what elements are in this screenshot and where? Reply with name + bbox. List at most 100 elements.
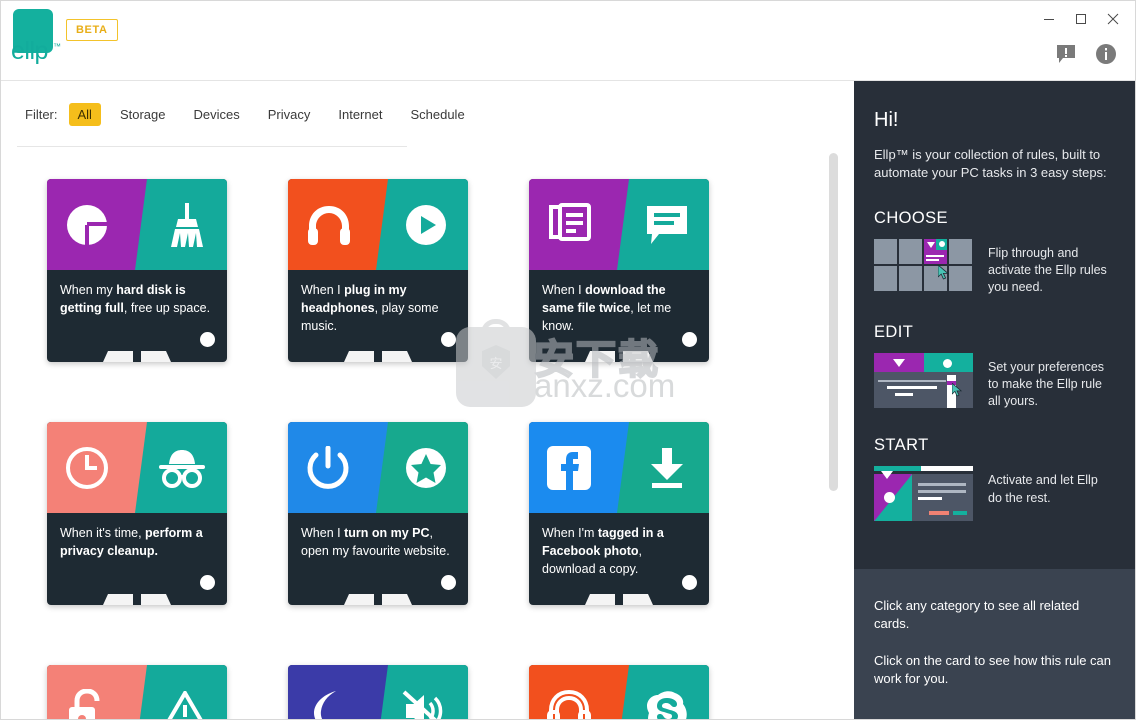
step-title-start: START xyxy=(874,436,929,455)
card-body: When my hard disk is getting full, free … xyxy=(47,270,227,362)
card-facebook-tagged[interactable]: When I'm tagged in a Facebook photo, dow… xyxy=(529,422,709,605)
filter-bar: Filter: All Storage Devices Privacy Inte… xyxy=(1,81,856,147)
card-header xyxy=(288,179,468,270)
sidebar-step-edit: EDIT Set your preferences to make the El… xyxy=(874,323,1115,411)
facebook-icon xyxy=(547,445,591,490)
card-header xyxy=(529,665,709,719)
card-header xyxy=(47,422,227,513)
card-body: When I turn on my PC, open my favourite … xyxy=(288,513,468,605)
filter-item-devices[interactable]: Devices xyxy=(185,103,249,126)
card-toggle-dot[interactable] xyxy=(682,332,697,347)
card-grid-area: When my hard disk is getting full, free … xyxy=(1,147,856,719)
card-startup-website[interactable]: When I turn on my PC, open my favourite … xyxy=(288,422,468,605)
card-privacy-cleanup[interactable]: When it's time, perform a privacy cleanu… xyxy=(47,422,227,605)
card-notch-left xyxy=(103,594,133,605)
card-duplicate-download[interactable]: When I download the same file twice, let… xyxy=(529,179,709,362)
step-title-choose: CHOOSE xyxy=(874,208,948,227)
card-body: When it's time, perform a privacy cleanu… xyxy=(47,513,227,605)
card-notch-right xyxy=(382,594,412,605)
card-rule-text: When I plug in my headphones, play some … xyxy=(301,283,439,333)
card-notch-right xyxy=(141,594,171,605)
header-icons xyxy=(1053,41,1119,67)
sidebar-step-choose: CHOOSE Flip through and activate the Ell… xyxy=(874,209,1115,297)
maximize-button[interactable] xyxy=(1065,5,1097,33)
logo-trademark: ™ xyxy=(53,42,61,51)
info-sidebar: Hi! Ellp™ is your collection of rules, b… xyxy=(854,81,1135,719)
card-toggle-dot[interactable] xyxy=(441,332,456,347)
sidebar-intro: Ellp™ is your collection of rules, built… xyxy=(874,147,1107,181)
card-notch-right xyxy=(623,594,653,605)
card-toggle-dot[interactable] xyxy=(682,575,697,590)
ellp-app-window: ellp ™ BETA Filter: All Storage Devices … xyxy=(0,0,1136,720)
headphones-icon xyxy=(306,204,352,246)
incognito-icon xyxy=(157,448,207,488)
choose-thumbnail-icon xyxy=(874,238,973,294)
sidebar-tip-2: Click on the card to see how this rule c… xyxy=(874,652,1112,687)
scrollbar-thumb[interactable] xyxy=(829,153,838,491)
filter-item-storage[interactable]: Storage xyxy=(111,103,175,126)
card-rule-text: When I download the same file twice, let… xyxy=(542,283,672,333)
app-logo: ellp ™ xyxy=(11,9,61,73)
card-headset-skype[interactable] xyxy=(529,665,709,719)
card-header xyxy=(288,665,468,719)
card-notch-left xyxy=(344,594,374,605)
card-toggle-dot[interactable] xyxy=(200,575,215,590)
filter-item-all[interactable]: All xyxy=(68,102,101,126)
edit-thumbnail-icon xyxy=(874,352,973,408)
star-circle-icon xyxy=(404,446,448,490)
headset-icon xyxy=(547,689,591,719)
skype-icon xyxy=(645,689,689,719)
info-icon[interactable] xyxy=(1093,41,1119,67)
card-header xyxy=(288,422,468,513)
start-thumbnail-icon xyxy=(874,466,973,522)
cursor-icon xyxy=(938,264,950,280)
card-body: When I'm tagged in a Facebook photo, dow… xyxy=(529,513,709,605)
filter-item-internet[interactable]: Internet xyxy=(329,103,391,126)
title-bar: ellp ™ BETA xyxy=(1,1,1135,81)
filter-item-schedule[interactable]: Schedule xyxy=(401,103,473,126)
pie-chart-icon xyxy=(65,203,109,247)
duplicate-files-icon xyxy=(547,202,591,247)
card-header xyxy=(47,665,227,719)
card-notch-right xyxy=(382,351,412,362)
card-rule-text: When it's time, perform a privacy cleanu… xyxy=(60,526,203,558)
card-rule-text: When I turn on my PC, open my favourite … xyxy=(301,526,450,558)
clock-icon xyxy=(65,446,109,490)
card-rule-text: When I'm tagged in a Facebook photo, dow… xyxy=(542,526,664,576)
step-desc-edit: Set your preferences to make the Ellp ru… xyxy=(988,359,1105,409)
close-button[interactable] xyxy=(1097,5,1129,33)
broom-icon xyxy=(167,202,207,247)
power-icon xyxy=(306,445,350,490)
card-notch-left xyxy=(103,351,133,362)
logo-wordmark: ellp xyxy=(11,37,48,65)
filter-item-privacy[interactable]: Privacy xyxy=(259,103,320,126)
card-rule-text: When my hard disk is getting full, free … xyxy=(60,283,211,315)
feedback-icon[interactable] xyxy=(1053,41,1079,67)
step-title-edit: EDIT xyxy=(874,322,914,341)
window-controls xyxy=(1033,5,1129,33)
card-notch-right xyxy=(623,351,653,362)
card-toggle-dot[interactable] xyxy=(441,575,456,590)
mute-icon xyxy=(402,690,448,719)
card-unlock-warning[interactable] xyxy=(47,665,227,719)
card-body: When I plug in my headphones, play some … xyxy=(288,270,468,362)
step-desc-choose: Flip through and activate the Ellp rules… xyxy=(988,245,1107,295)
minimize-button[interactable] xyxy=(1033,5,1065,33)
card-headphones-music[interactable]: When I plug in my headphones, play some … xyxy=(288,179,468,362)
cursor-icon xyxy=(952,382,963,397)
play-circle-icon xyxy=(404,203,448,247)
download-icon xyxy=(645,446,689,490)
card-toggle-dot[interactable] xyxy=(200,332,215,347)
card-notch-left xyxy=(344,351,374,362)
filter-label: Filter: xyxy=(25,106,58,122)
card-notch-left xyxy=(585,351,615,362)
card-night-mute[interactable] xyxy=(288,665,468,719)
sidebar-tip-1: Click any category to see all related ca… xyxy=(874,598,1080,632)
card-body: When I download the same file twice, let… xyxy=(529,270,709,362)
card-hard-disk-cleanup[interactable]: When my hard disk is getting full, free … xyxy=(47,179,227,362)
card-grid: When my hard disk is getting full, free … xyxy=(1,147,856,719)
step-desc-start: Activate and let Ellp do the rest. xyxy=(988,473,1098,505)
moon-icon xyxy=(306,689,346,719)
sidebar-greeting: Hi! xyxy=(874,109,899,131)
sidebar-step-start: START Activate and let Ellp do the rest. xyxy=(874,436,1115,522)
